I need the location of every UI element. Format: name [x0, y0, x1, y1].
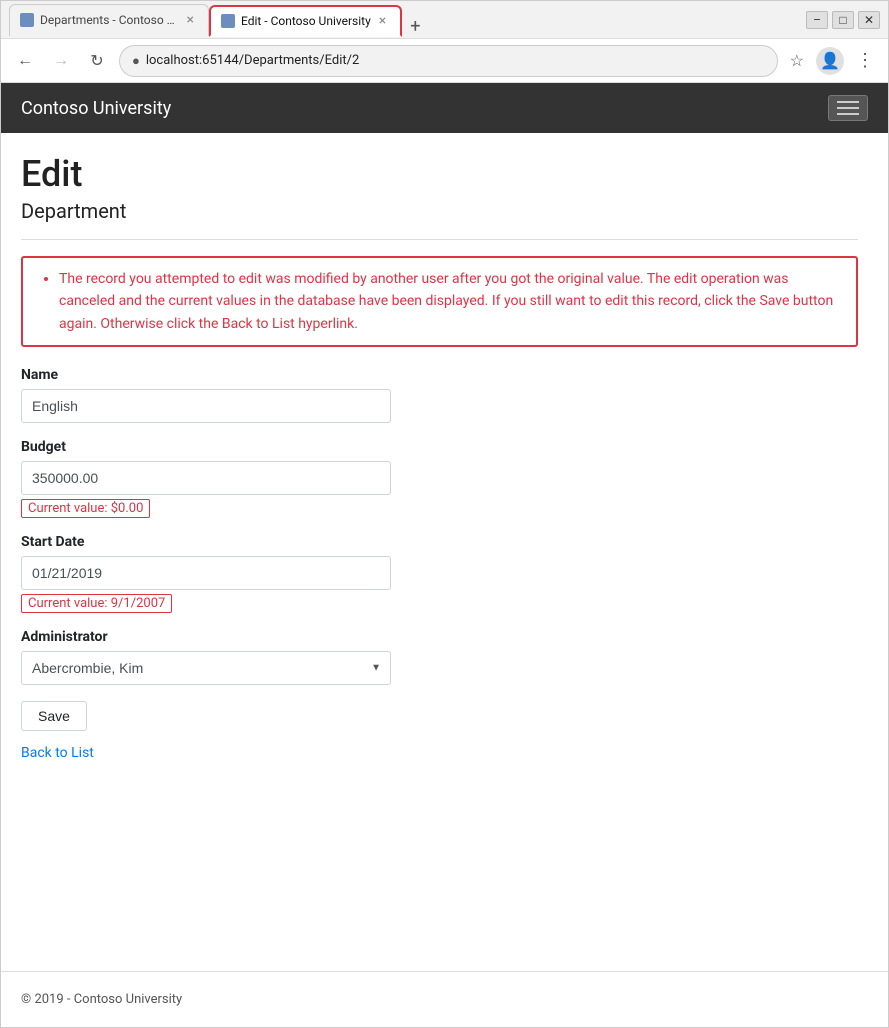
budget-label: Budget: [21, 439, 858, 455]
hamburger-line-1: [837, 101, 859, 103]
administrator-field-group: Administrator Abercrombie, Kim Fakhouri,…: [21, 629, 858, 685]
tab-icon-edit: [221, 14, 235, 28]
name-field-group: Name: [21, 367, 858, 423]
administrator-select[interactable]: Abercrombie, Kim Fakhouri, Fadi Harui, R…: [21, 651, 391, 685]
save-button[interactable]: Save: [21, 701, 87, 731]
budget-current-value: Current value: $0.00: [21, 499, 150, 518]
tab-edit-close[interactable]: ×: [377, 14, 388, 28]
account-button[interactable]: 👤: [816, 47, 844, 75]
tab-edit[interactable]: Edit - Contoso University ×: [209, 5, 402, 37]
error-message-text: The record you attempted to edit was mod…: [59, 268, 840, 335]
name-label: Name: [21, 367, 858, 383]
tab-icon-departments: [20, 13, 34, 27]
new-tab-button[interactable]: +: [402, 18, 428, 36]
start-date-field-group: Start Date Current value: 9/1/2007: [21, 534, 858, 613]
tab-departments[interactable]: Departments - Contoso Universit… ×: [9, 4, 209, 36]
budget-input[interactable]: [21, 461, 391, 495]
page-heading: Edit: [21, 153, 858, 195]
tab-edit-label: Edit - Contoso University: [241, 14, 371, 28]
browser-menu-icon[interactable]: ⋮: [852, 50, 878, 71]
close-button[interactable]: ✕: [858, 11, 880, 29]
tab-departments-label: Departments - Contoso Universit…: [40, 13, 179, 27]
maximize-button[interactable]: □: [832, 11, 854, 29]
app-brand[interactable]: Contoso University: [21, 98, 171, 119]
page-subheading: Department: [21, 199, 858, 223]
hamburger-line-3: [837, 113, 859, 115]
start-date-current-value: Current value: 9/1/2007: [21, 594, 172, 613]
forward-nav-button[interactable]: →: [47, 47, 75, 75]
minimize-button[interactable]: –: [806, 11, 828, 29]
start-date-input[interactable]: [21, 556, 391, 590]
footer-text: © 2019 - Contoso University: [21, 992, 182, 1007]
reload-button[interactable]: ↻: [83, 47, 111, 75]
lock-icon: ●: [132, 53, 140, 69]
budget-field-group: Budget Current value: $0.00: [21, 439, 858, 518]
start-date-label: Start Date: [21, 534, 858, 550]
address-bar[interactable]: ● localhost:65144/Departments/Edit/2: [119, 45, 778, 77]
error-message-box: The record you attempted to edit was mod…: [21, 256, 858, 347]
administrator-select-wrapper: Abercrombie, Kim Fakhouri, Fadi Harui, R…: [21, 651, 391, 685]
back-nav-button[interactable]: ←: [11, 47, 39, 75]
tab-departments-close[interactable]: ×: [185, 13, 196, 27]
back-to-list-link[interactable]: Back to List: [21, 745, 94, 761]
navbar-toggle[interactable]: [828, 95, 868, 121]
name-input[interactable]: [21, 389, 391, 423]
address-text: localhost:65144/Departments/Edit/2: [146, 53, 765, 68]
divider: [21, 239, 858, 240]
hamburger-line-2: [837, 107, 859, 109]
bookmark-icon[interactable]: ☆: [786, 51, 808, 70]
administrator-label: Administrator: [21, 629, 858, 645]
